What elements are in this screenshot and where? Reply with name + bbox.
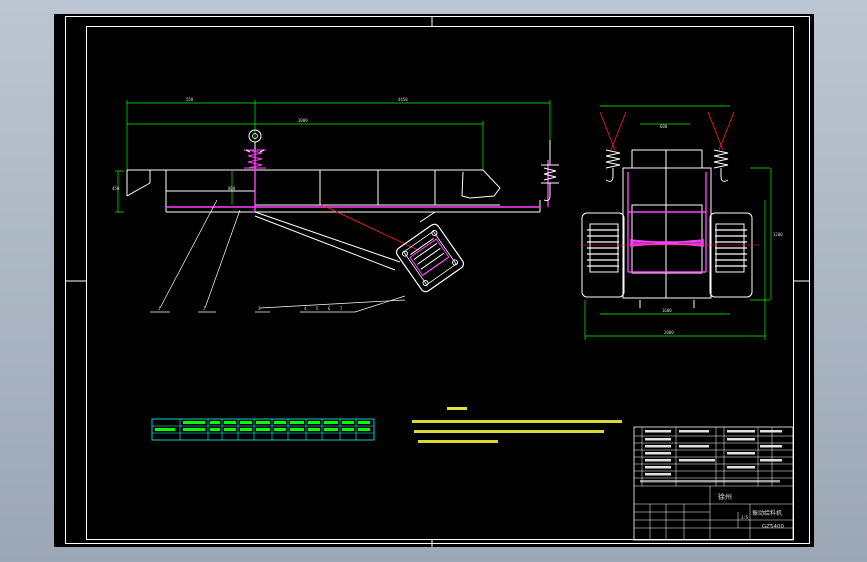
svg-text:4450: 4450 <box>398 97 408 102</box>
tb-drawing-code: GZ5400 <box>762 524 785 530</box>
tb-company: 徐州 <box>718 492 732 501</box>
svg-text:600: 600 <box>660 124 668 129</box>
svg-text:3000: 3000 <box>298 118 308 123</box>
tb-scale: 1:5 <box>741 515 748 521</box>
svg-text:800: 800 <box>228 186 236 191</box>
svg-text:2000: 2000 <box>664 330 674 335</box>
cad-viewport[interactable]: 550 4450 3000 800 450 1 2 3 4 5 6 7 600 … <box>0 0 867 562</box>
sheet-background <box>54 14 814 547</box>
cad-drawing: 550 4450 3000 800 450 1 2 3 4 5 6 7 600 … <box>54 14 814 547</box>
svg-text:1600: 1600 <box>662 308 672 313</box>
svg-text:450: 450 <box>112 186 120 191</box>
tb-product-name: 振动给料机 <box>752 509 782 517</box>
svg-text:1200: 1200 <box>773 232 783 237</box>
svg-text:550: 550 <box>186 97 194 102</box>
